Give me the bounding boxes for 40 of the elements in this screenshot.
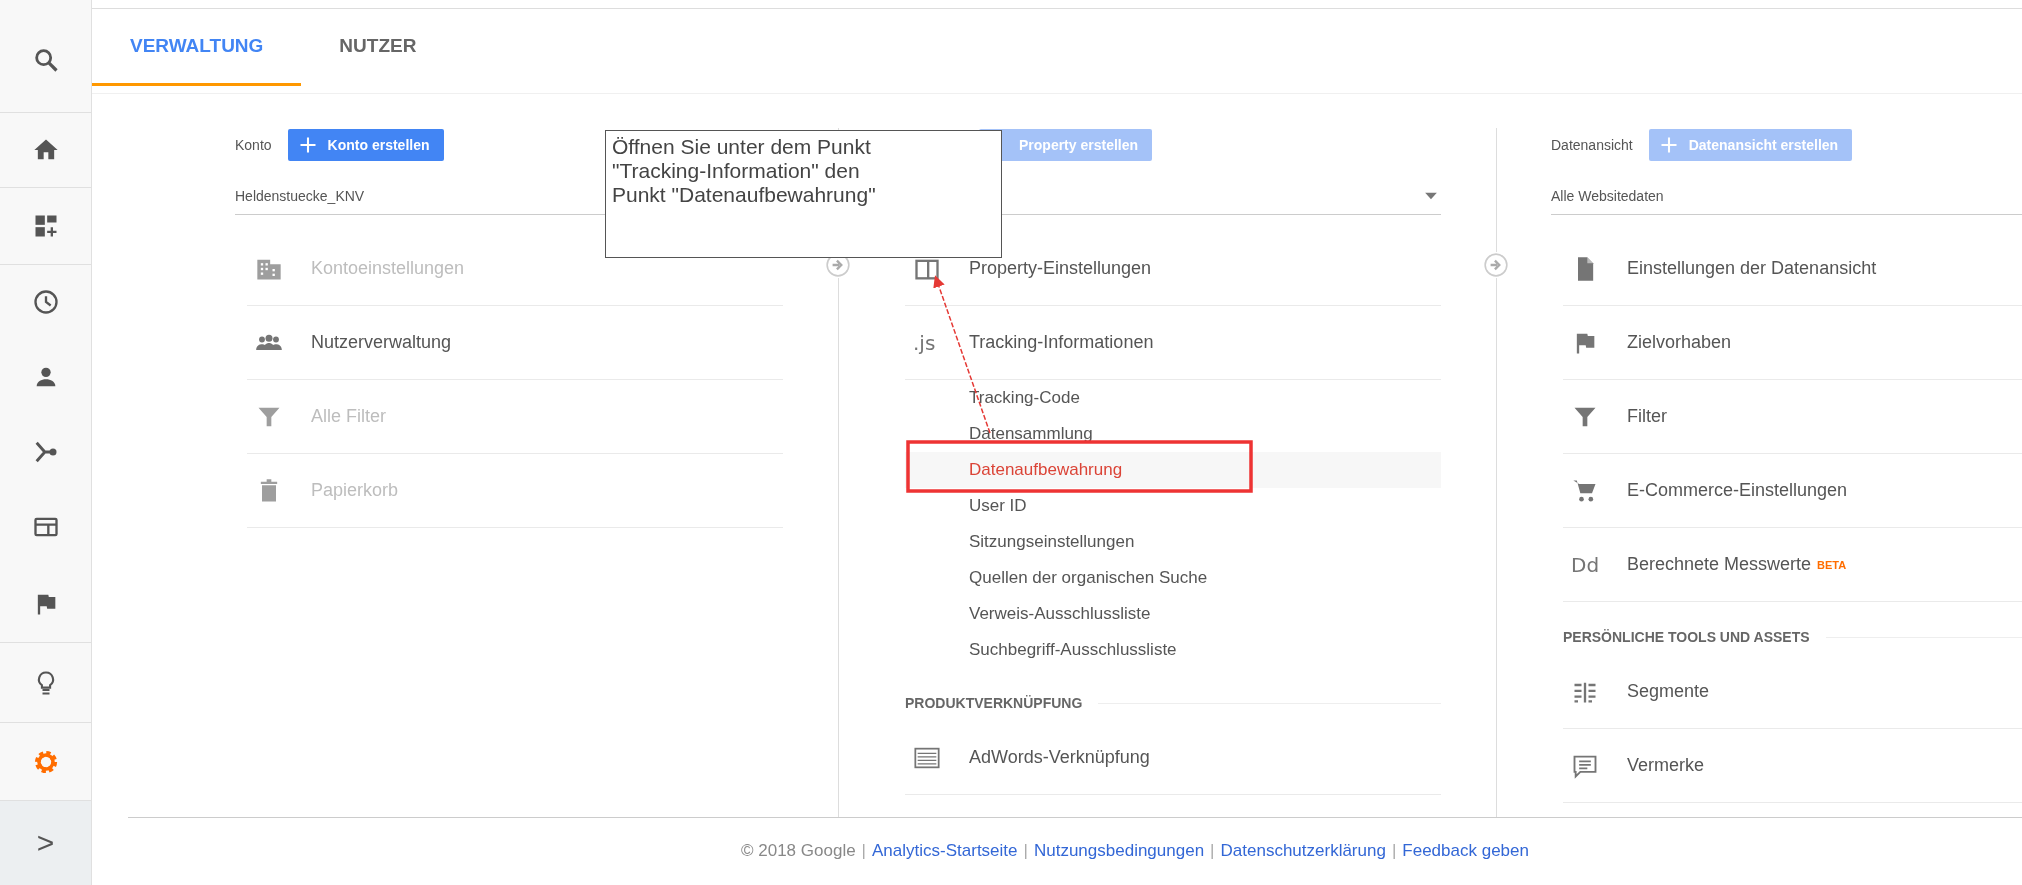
menu-item[interactable]: Segmente <box>1563 655 2022 729</box>
menu-item[interactable]: Vermerke <box>1563 729 2022 803</box>
text-icon: .js <box>913 330 936 355</box>
submenu-item[interactable]: Datenaufbewahrung <box>905 452 1441 488</box>
create-button[interactable]: Konto erstellen <box>287 129 444 161</box>
select-field[interactable]: Alle Websitedaten <box>1551 178 2022 215</box>
tab[interactable]: VERWALTUNG <box>92 9 302 86</box>
section-heading: PRODUKTVERKNÜPFUNG <box>905 695 1083 711</box>
menu-item[interactable]: Nutzerverwaltung <box>247 306 783 380</box>
submenu-item[interactable]: Verweis-Ausschlussliste <box>905 596 1441 632</box>
menu-item[interactable]: AdWords-Verknüpfung <box>905 721 1441 795</box>
clock-icon <box>31 288 60 316</box>
footer-link[interactable]: Datenschutzerklärung <box>1220 841 1386 861</box>
menu-item[interactable]: Filter <box>1563 380 2022 454</box>
text-icon: Dd <box>1571 552 1600 577</box>
footer-link[interactable]: Feedback geben <box>1402 841 1529 861</box>
footer-link[interactable]: Nutzungsbedingungen <box>1033 841 1205 861</box>
separator: | <box>1210 841 1215 861</box>
callout-tooltip: Öffnen Sie unter dem Punkt "Tracking-Information" den Punkt "Datenaufbewahrung" <box>605 130 1002 258</box>
submenu-item[interactable]: Sitzungseinstellungen <box>905 524 1441 560</box>
menu-item[interactable]: E-Commerce-Einstellungen <box>1563 454 2022 528</box>
separator: | <box>1391 841 1397 861</box>
submenu-item[interactable]: Suchbegriff-Ausschlussliste <box>905 632 1441 668</box>
separator: | <box>861 841 867 861</box>
submenu-item[interactable]: Datensammlung <box>905 416 1441 452</box>
separator: | <box>1023 841 1028 861</box>
copyright-text: © 2018 Google <box>741 841 856 861</box>
tab[interactable]: NUTZER <box>301 9 455 86</box>
section-label: Datenansicht <box>1551 137 1633 153</box>
footer-link[interactable]: Analytics-Startseite <box>872 841 1018 861</box>
submenu-item[interactable]: User ID <box>905 488 1441 524</box>
expand-button[interactable]: > <box>0 801 91 885</box>
submenu-item[interactable]: Tracking-Code <box>905 380 1441 416</box>
menu-item[interactable]: Zielvorhaben <box>1563 306 2022 380</box>
menu-item[interactable]: Einstellungen der Datenansicht <box>1563 232 2022 306</box>
section-label: Konto <box>235 137 272 153</box>
submenu-item[interactable]: Quellen der organischen Suche <box>905 560 1441 596</box>
menu-item[interactable]: Dd Berechnete Messwerte BETA <box>1563 528 2022 602</box>
menu-item[interactable]: .js Tracking-Informationen <box>905 306 1441 380</box>
section-heading: PERSÖNLICHE TOOLS UND ASSETS <box>1563 629 1810 645</box>
